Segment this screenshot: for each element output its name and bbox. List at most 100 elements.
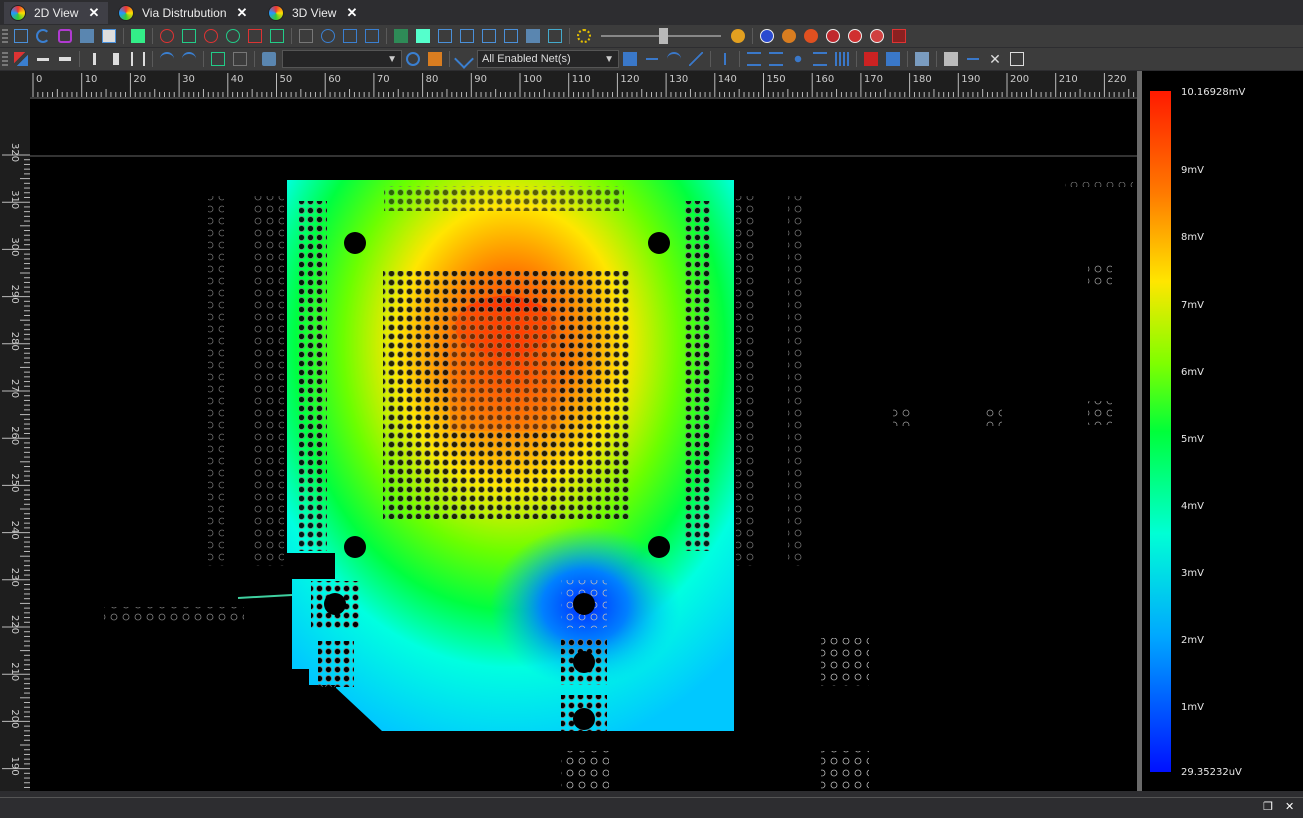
dot-icon[interactable]	[791, 52, 805, 66]
shape-icon[interactable]	[58, 29, 72, 43]
diagonal-icon[interactable]	[689, 52, 703, 66]
shape-select-icon[interactable]	[504, 29, 518, 43]
delete-icon[interactable]: ✕	[988, 52, 1002, 66]
tab-2d-view[interactable]: 2D View ✕	[4, 2, 108, 24]
net-select[interactable]: All Enabled Net(s) ▼	[477, 50, 619, 68]
binoculars-icon[interactable]	[262, 52, 276, 66]
stop-icon[interactable]	[892, 29, 906, 43]
close-icon[interactable]: ✕	[237, 5, 248, 21]
close-icon[interactable]: ✕	[346, 5, 357, 21]
select-rect-icon[interactable]	[14, 29, 28, 43]
ruler-label: 170	[864, 74, 883, 85]
cc-icon[interactable]	[870, 29, 884, 43]
move-icon[interactable]	[966, 52, 980, 66]
undo-icon[interactable]	[36, 29, 50, 43]
c-icon[interactable]	[848, 29, 862, 43]
line-icon[interactable]	[36, 52, 50, 66]
green-net-icon[interactable]	[394, 29, 408, 43]
route-icon[interactable]	[14, 52, 28, 66]
ruler-label: 200	[9, 709, 20, 728]
power-via-array	[318, 641, 354, 687]
thick-line-icon[interactable]	[58, 52, 72, 66]
zoom-fit-icon[interactable]	[160, 29, 174, 43]
window-icon[interactable]	[102, 29, 116, 43]
layer-select[interactable]: ▼	[282, 50, 402, 68]
off-icon[interactable]	[864, 52, 878, 66]
off-board-vias-left	[254, 196, 284, 566]
fill-icon[interactable]	[623, 52, 637, 66]
highlight-icon[interactable]	[526, 29, 540, 43]
chevron-down-icon: ▼	[604, 54, 614, 65]
legend-tick: 2mV	[1181, 635, 1204, 646]
mounting-hole	[344, 232, 366, 254]
mirror-icon[interactable]	[365, 29, 379, 43]
power-via-large	[324, 593, 346, 615]
restore-icon[interactable]: ❐	[1263, 800, 1273, 813]
align-top-icon[interactable]	[747, 52, 761, 66]
via-grid	[561, 751, 609, 791]
vline-icon[interactable]	[718, 52, 732, 66]
layer-icon[interactable]	[299, 29, 313, 43]
off-board-vias-right	[736, 196, 756, 566]
vertical-line-icon[interactable]	[87, 52, 101, 66]
search-icon[interactable]	[406, 52, 420, 66]
copy-icon[interactable]	[1010, 52, 1024, 66]
ruler-label: 320	[9, 143, 20, 162]
ruler-icon[interactable]	[886, 52, 900, 66]
distribute-icon[interactable]	[813, 52, 827, 66]
ruler-label: 110	[572, 74, 591, 85]
ruler-label: 190	[9, 757, 20, 776]
pcb-canvas[interactable]: 0 10 20 30 40 50 60 70 80 90 100 110 120 130 140 150 160…	[0, 71, 1137, 791]
filter-icon[interactable]	[454, 49, 474, 69]
measure-icon[interactable]	[131, 52, 145, 66]
legend-tick: 4mV	[1181, 501, 1204, 512]
via-icon[interactable]	[438, 29, 452, 43]
cut-icon[interactable]	[211, 52, 225, 66]
arc-icon[interactable]	[160, 52, 174, 66]
hline-icon[interactable]	[645, 52, 659, 66]
ruler-label: 140	[718, 74, 737, 85]
comb-icon[interactable]	[835, 52, 849, 66]
ruler-label: 200	[1010, 74, 1029, 85]
close-icon[interactable]: ✕	[88, 5, 99, 21]
power-via-large	[573, 708, 595, 730]
zoom-in-icon[interactable]	[204, 29, 218, 43]
report-icon[interactable]	[548, 29, 562, 43]
split-icon[interactable]	[109, 52, 123, 66]
flip-icon[interactable]	[343, 29, 357, 43]
eraser-icon[interactable]	[944, 52, 958, 66]
curve-icon[interactable]	[667, 52, 681, 66]
pointer-icon[interactable]	[915, 52, 929, 66]
no-icon[interactable]	[826, 29, 840, 43]
brightness-slider[interactable]	[601, 28, 721, 44]
zoom-previous-icon[interactable]	[270, 29, 284, 43]
via-cluster	[1088, 401, 1112, 425]
palette-icon[interactable]	[731, 29, 745, 43]
box-icon[interactable]	[233, 52, 247, 66]
n-icon[interactable]	[760, 29, 774, 43]
arc2-icon[interactable]	[182, 52, 196, 66]
close-icon[interactable]: ✕	[1285, 800, 1294, 813]
trace-icon[interactable]	[460, 29, 474, 43]
zoom-minus-icon[interactable]	[182, 29, 196, 43]
tab-3d-view[interactable]: 3D View ✕	[262, 2, 364, 24]
pcb-drawing[interactable]: 0 10 20 30 40 50 60 70 80 90 100 110 120 130 140 150 160…	[0, 71, 1137, 791]
plane-icon[interactable]	[416, 29, 430, 43]
slider-thumb[interactable]	[659, 28, 668, 44]
s-icon[interactable]	[804, 29, 818, 43]
g-icon[interactable]	[782, 29, 796, 43]
zoom-out-icon[interactable]	[226, 29, 240, 43]
via-grid	[821, 638, 869, 686]
ruler-label: 80	[426, 74, 439, 85]
align-bottom-icon[interactable]	[769, 52, 783, 66]
ruler-label: 300	[9, 237, 20, 256]
rotate-icon[interactable]	[321, 29, 335, 43]
image-icon[interactable]	[80, 29, 94, 43]
pad-icon[interactable]	[482, 29, 496, 43]
percent-icon[interactable]	[428, 52, 442, 66]
grid-icon[interactable]	[131, 29, 145, 43]
legend-tick: 1mV	[1181, 702, 1204, 713]
ruler-label: 220	[9, 615, 20, 634]
zoom-window-icon[interactable]	[248, 29, 262, 43]
tab-via-distribution[interactable]: Via Distrubution ✕	[112, 2, 258, 24]
